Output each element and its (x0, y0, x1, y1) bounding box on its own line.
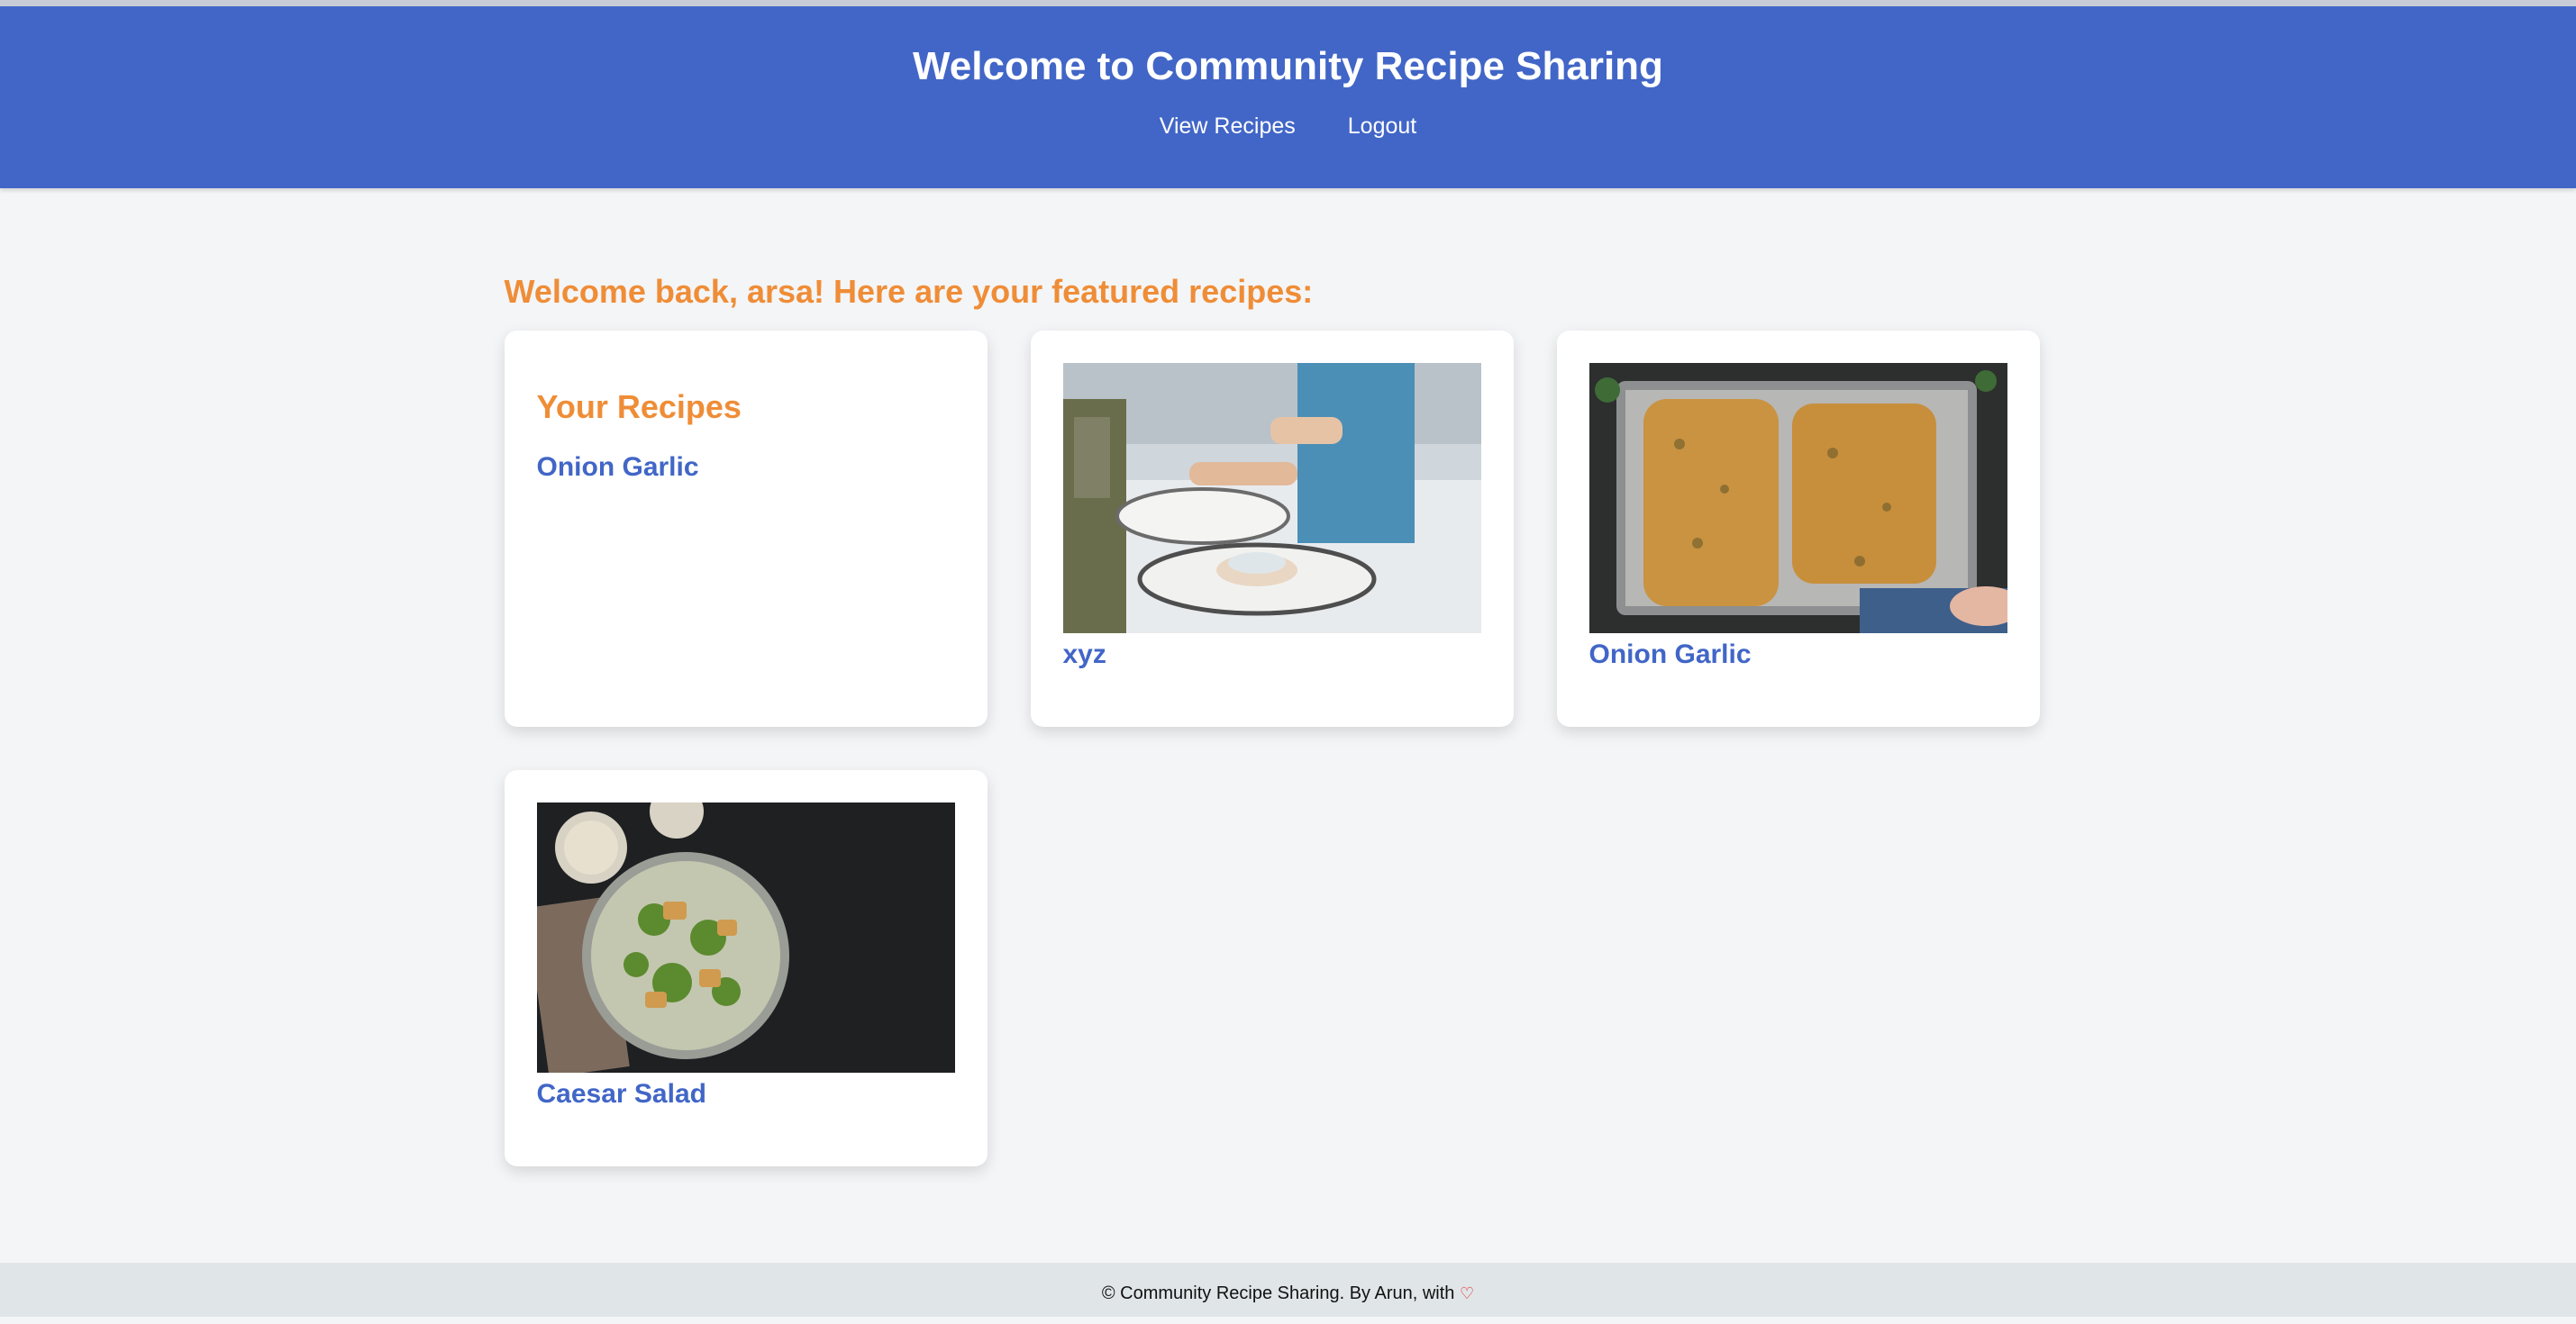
your-recipes-heading: Your Recipes (537, 386, 955, 428)
recipe-title[interactable]: xyz (1063, 639, 1481, 671)
caesar-salad-bowl-photo (537, 803, 955, 1073)
main-nav: View Recipes Logout (0, 108, 2576, 144)
your-recipes-card: Your Recipes Onion Garlic (505, 331, 988, 727)
site-header: Welcome to Community Recipe Sharing View… (0, 6, 2576, 188)
heart-icon: ♡ (1460, 1284, 1474, 1302)
garlic-bread-tray-photo (1589, 363, 2007, 633)
recipe-title[interactable]: Onion Garlic (1589, 639, 2007, 671)
your-recipe-item[interactable]: Onion Garlic (537, 451, 955, 484)
recipe-card[interactable]: Onion Garlic (1557, 331, 2040, 727)
recipe-card[interactable]: xyz (1031, 331, 1514, 727)
recipe-title[interactable]: Caesar Salad (537, 1078, 955, 1111)
nav-logout-link[interactable]: Logout (1348, 108, 1416, 144)
browser-top-strip (0, 0, 2576, 6)
welcome-message: Welcome back, arsa! Here are your featur… (505, 274, 2072, 310)
footer-text: © Community Recipe Sharing. By Arun, wit… (1102, 1283, 1455, 1303)
site-footer: © Community Recipe Sharing. By Arun, wit… (0, 1263, 2576, 1317)
recipe-card[interactable]: Caesar Salad (505, 770, 988, 1166)
main-content: Welcome back, arsa! Here are your featur… (505, 188, 2072, 1181)
nav-view-recipes-link[interactable]: View Recipes (1160, 108, 1296, 144)
site-title: Welcome to Community Recipe Sharing (0, 6, 2576, 93)
plate-dining-photo (1063, 363, 1481, 633)
recipe-grid: Your Recipes Onion Garlic xyz (505, 331, 2072, 1166)
